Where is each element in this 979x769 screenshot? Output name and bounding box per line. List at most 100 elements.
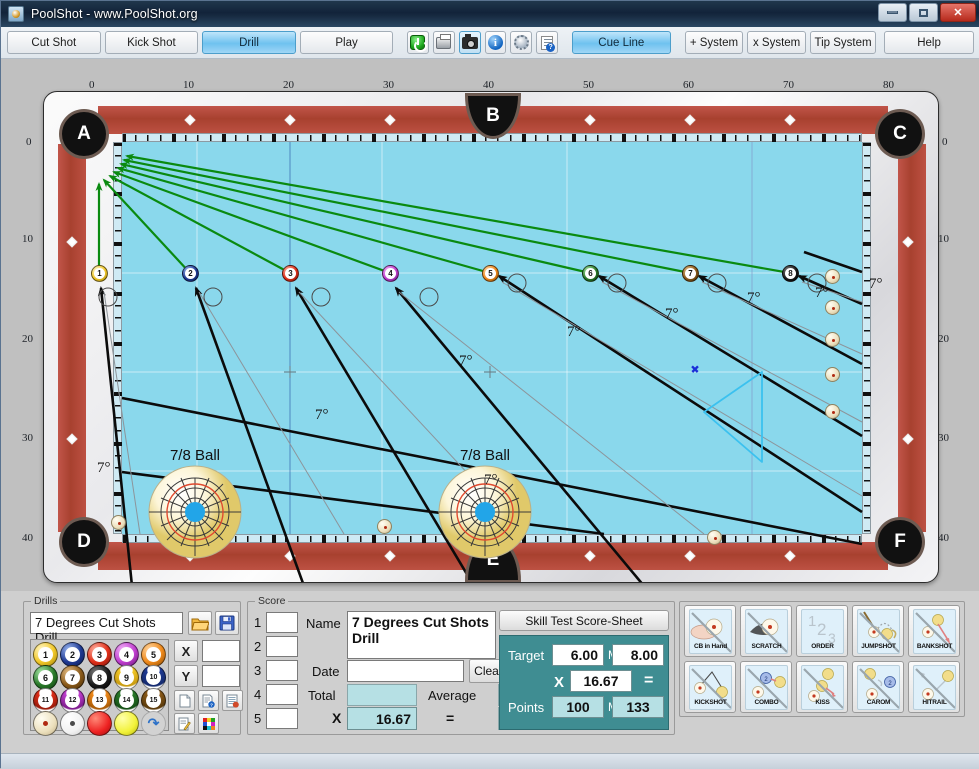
palette-ghost-ball[interactable] (60, 711, 85, 736)
order-button[interactable]: 1 2 3 ORDER (796, 605, 848, 657)
kiss-button[interactable]: KISS (796, 661, 848, 713)
plus-system-button[interactable]: + System (684, 31, 744, 54)
cue-ball[interactable] (825, 404, 840, 419)
object-ball-5[interactable]: 5 (482, 265, 499, 282)
x-coord-button[interactable]: X (174, 640, 198, 662)
palette-ball-2[interactable]: 2 (60, 642, 85, 667)
palette-ball-8[interactable]: 8 (87, 665, 112, 690)
scratch-button[interactable]: SCRATCH (740, 605, 792, 657)
palette-ball-3[interactable]: 3 (87, 642, 112, 667)
skill-test-score-sheet-button[interactable]: Skill Test Score-Sheet (499, 610, 669, 631)
pocket-c[interactable]: C (878, 112, 922, 156)
cue-ball[interactable] (825, 300, 840, 315)
page-help-icon[interactable]: ? (198, 690, 219, 711)
save-disk-icon[interactable] (215, 611, 239, 635)
object-ball-7[interactable]: 7 (682, 265, 699, 282)
cue-ball[interactable] (707, 530, 722, 545)
new-page-icon[interactable] (174, 690, 195, 711)
bankshot-button[interactable]: BANKSHOT (908, 605, 960, 657)
open-folder-icon[interactable] (188, 611, 212, 635)
status-bar (1, 753, 979, 769)
score-name-input[interactable]: 7 Degrees Cut Shots Drill (347, 611, 496, 659)
object-ball-3[interactable]: 3 (282, 265, 299, 282)
cue-ball[interactable] (111, 515, 126, 530)
palette-ball-1[interactable]: 1 (33, 642, 58, 667)
palette-cue-ball[interactable] (33, 711, 58, 736)
palette-ball-15[interactable]: 15 (141, 688, 166, 713)
object-ball-6[interactable]: 6 (582, 265, 599, 282)
object-ball-2[interactable]: 2 (182, 265, 199, 282)
score-date-input[interactable] (347, 660, 464, 682)
palette-ball-14[interactable]: 14 (114, 688, 139, 713)
main-toolbar: Cut Shot Kick Shot Drill Play i Cue Line… (1, 27, 979, 59)
redo-icon[interactable]: ↷ (141, 711, 166, 736)
y-coord-input[interactable] (202, 665, 240, 687)
printer-icon[interactable] (432, 31, 455, 54)
info-icon[interactable]: i (484, 31, 507, 54)
combo-button[interactable]: 2 COMBO (740, 661, 792, 713)
palette-ball-12[interactable]: 12 (60, 688, 85, 713)
score-input-3[interactable] (266, 660, 298, 681)
spin-diagram-right[interactable]: 7/8 Ball 7° (437, 447, 533, 560)
score-input-1[interactable] (266, 612, 298, 633)
tab-cut-shot[interactable]: Cut Shot (7, 31, 101, 54)
palette-ball-9[interactable]: 9 (114, 665, 139, 690)
cue-ball[interactable] (377, 519, 392, 534)
tip-system-button[interactable]: Tip System (809, 31, 877, 54)
minimize-button[interactable] (878, 3, 907, 22)
palette-ball-6[interactable]: 6 (33, 665, 58, 690)
palette-ball-13[interactable]: 13 (87, 688, 112, 713)
target-max-value[interactable]: 8.00 (612, 644, 664, 666)
score-input-2[interactable] (266, 636, 298, 657)
score-input-5[interactable] (266, 708, 298, 729)
target-value[interactable]: 6.00 (552, 644, 604, 666)
close-button[interactable]: ✕ (940, 3, 976, 22)
kickshot-button[interactable]: KICKSHOT (684, 661, 736, 713)
palette-ball-7[interactable]: 7 (60, 665, 85, 690)
palette-ball-number: 5 (146, 647, 161, 662)
x-coord-input[interactable] (202, 640, 240, 662)
pool-table[interactable]: A B C D E F 1 2 3 4 5 6 7 8 7° 7° 7° 7° … (43, 91, 939, 583)
spin-diagram-left[interactable]: 7/8 Ball -7° (147, 447, 243, 560)
palette-ball-5[interactable]: 5 (141, 642, 166, 667)
edit-notes-icon[interactable] (174, 713, 195, 734)
list-settings-icon[interactable] (222, 690, 243, 711)
drill-name-input[interactable]: 7 Degrees Cut Shots Drill (30, 612, 183, 645)
tab-kick-shot[interactable]: Kick Shot (104, 31, 199, 54)
object-ball-8[interactable]: 8 (782, 265, 799, 282)
tab-drill[interactable]: Drill (202, 31, 296, 54)
cue-ball[interactable] (825, 269, 840, 284)
ball-palette[interactable]: 1 2 3 4 5 6 7 8 9 10 11 12 13 14 15 ↷ (30, 639, 169, 736)
object-ball-4[interactable]: 4 (382, 265, 399, 282)
settings-gear-icon[interactable] (510, 31, 533, 54)
palette-ball-10[interactable]: 10 (141, 665, 166, 690)
pool-table-area[interactable]: 0 10 20 30 40 50 60 70 80 0 10 20 30 40 … (1, 59, 979, 591)
pocket-f[interactable]: F (878, 520, 922, 564)
cb-in-hand-button[interactable]: CB in Hand (684, 605, 736, 657)
hitrail-button[interactable]: HITRAIL (908, 661, 960, 713)
palette-red-marker[interactable] (87, 711, 112, 736)
pocket-a[interactable]: A (62, 112, 106, 156)
maximize-button[interactable] (909, 3, 938, 22)
tab-play[interactable]: Play (299, 31, 394, 54)
y-coord-button[interactable]: Y (174, 665, 198, 687)
pocket-d[interactable]: D (62, 520, 106, 564)
power-icon[interactable] (407, 31, 429, 54)
x-system-button[interactable]: x System (747, 31, 806, 54)
skill-mult-value[interactable]: 16.67 (570, 670, 632, 692)
jumpshot-button[interactable]: JUMPSHOT (852, 605, 904, 657)
cue-line-button[interactable]: Cue Line (571, 31, 671, 54)
help-button[interactable]: Help (884, 31, 974, 54)
palette-ball-11[interactable]: 11 (33, 688, 58, 713)
help-document-icon[interactable] (536, 31, 559, 54)
camera-icon[interactable] (458, 31, 481, 54)
multiplier-value[interactable]: 16.67 (347, 707, 417, 730)
color-palette-icon[interactable] (198, 713, 219, 734)
object-ball-1[interactable]: 1 (91, 265, 108, 282)
cue-ball[interactable] (825, 332, 840, 347)
carom-button[interactable]: 2 CAROM (852, 661, 904, 713)
palette-yellow-marker[interactable] (114, 711, 139, 736)
cue-ball[interactable] (825, 367, 840, 382)
score-input-4[interactable] (266, 684, 298, 705)
palette-ball-4[interactable]: 4 (114, 642, 139, 667)
